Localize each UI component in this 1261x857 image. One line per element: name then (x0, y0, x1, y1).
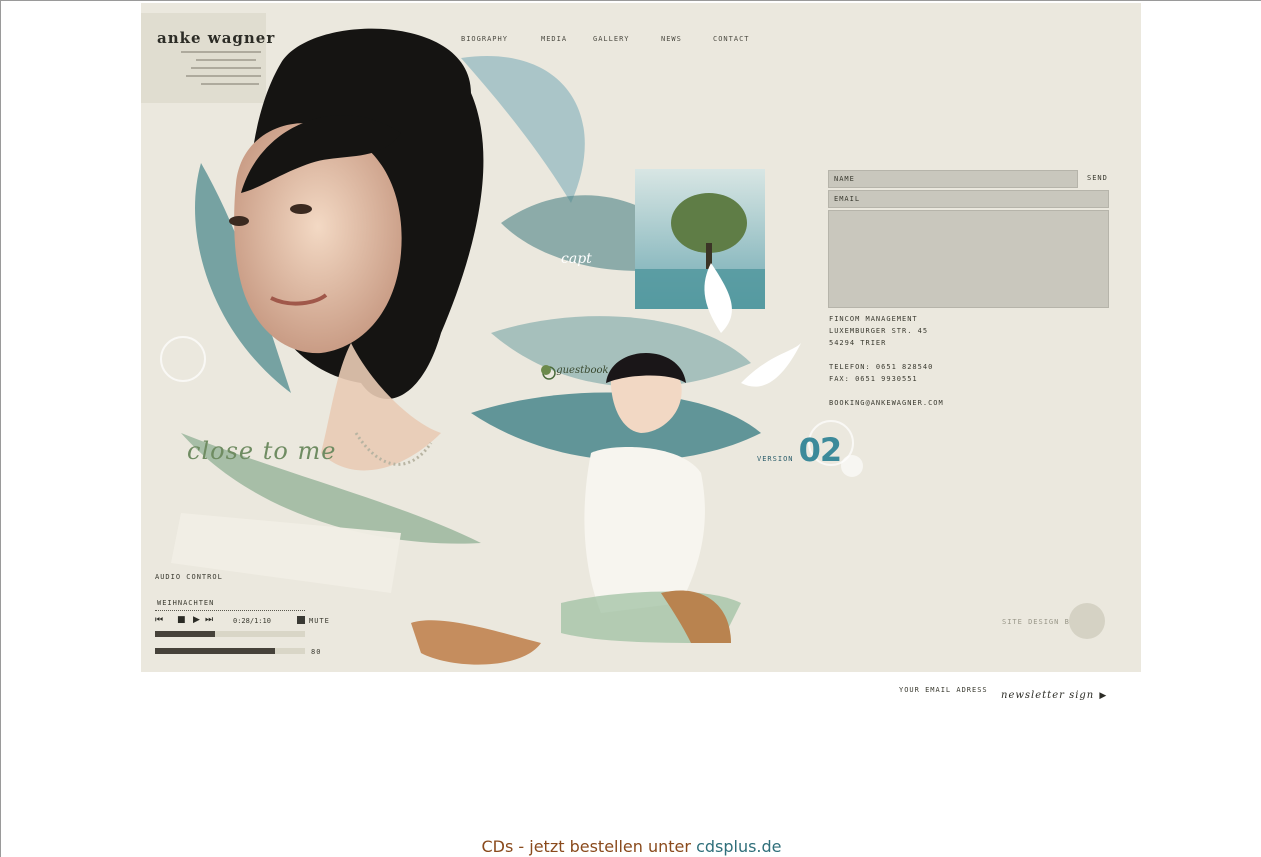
guestbook-link[interactable]: guestbook (541, 365, 609, 376)
nav-media[interactable]: MEDIA (541, 35, 567, 43)
send-button[interactable]: SEND (1087, 174, 1108, 182)
site-design-credit: SITE DESIGN BY (1002, 618, 1076, 626)
stop-icon[interactable]: ■ (177, 615, 186, 625)
version-number: 02 (798, 431, 843, 469)
address-fax: FAX: 0651 9930551 (829, 375, 918, 383)
audio-control-label: AUDIO CONTROL (155, 573, 223, 581)
mute-icon[interactable] (297, 616, 305, 624)
nav-contact[interactable]: CONTACT (713, 35, 750, 43)
track-time: 0:28/1:10 (233, 617, 271, 625)
prev-track-icon[interactable]: ⏮ (155, 615, 163, 625)
nav-gallery[interactable]: GALLERY (593, 35, 630, 43)
mute-button[interactable]: MUTE (309, 617, 330, 625)
version-label: VERSION (757, 455, 794, 463)
footer-text: CDs - jetzt bestellen unter (481, 837, 697, 856)
footer-promo: CDs - jetzt bestellen unter cdsplus.de (1, 837, 1261, 856)
booking-email-link[interactable]: BOOKING@ANKEWAGNER.COM (829, 397, 944, 409)
nav-news[interactable]: NEWS (661, 35, 682, 43)
footer-link[interactable]: cdsplus.de (696, 837, 781, 856)
designer-logo-icon[interactable] (1069, 603, 1105, 639)
title-script: close to me (187, 437, 337, 465)
site-logo[interactable]: anke wagner (157, 29, 275, 47)
main-stage: anke wagner BIOGRAPHY MEDIA GALLERY NEWS… (141, 3, 1141, 672)
contact-address: FINCOM MANAGEMENT LUXEMBURGER STR. 45 54… (829, 313, 944, 409)
track-divider (155, 610, 305, 611)
nav-biography[interactable]: BIOGRAPHY (461, 35, 508, 43)
capt-text: capt (561, 251, 592, 267)
address-line3: 54294 TRIER (829, 339, 887, 347)
newsletter-label: newsletter sign (1001, 690, 1095, 701)
arrow-right-icon: ▶ (1099, 691, 1107, 701)
volume-fill (155, 648, 275, 654)
next-track-icon[interactable]: ⏭ (205, 615, 213, 625)
name-placeholder: NAME (834, 175, 855, 183)
guestbook-label: guestbook (556, 365, 609, 376)
address-line1: FINCOM MANAGEMENT (829, 315, 918, 323)
newsletter-email-input[interactable]: YOUR EMAIL ADRESS (899, 686, 988, 694)
guestbook-icon (541, 365, 551, 375)
volume-track[interactable] (155, 648, 305, 654)
email-placeholder: EMAIL (834, 195, 861, 203)
name-field[interactable]: NAME (828, 170, 1078, 188)
address-phone: TELEFON: 0651 828540 (829, 363, 934, 371)
play-icon[interactable]: ▶ (193, 615, 200, 625)
message-textarea[interactable] (828, 210, 1109, 308)
volume-value: 80 (311, 648, 322, 656)
version-badge: VERSION 02 (757, 431, 843, 469)
email-field[interactable]: EMAIL (828, 190, 1109, 208)
newsletter-signup-button[interactable]: newsletter sign ▶ (1001, 683, 1106, 702)
track-name: WEIHNACHTEN (157, 599, 215, 607)
progress-track[interactable] (155, 631, 305, 637)
progress-fill (155, 631, 215, 637)
address-line2: LUXEMBURGER STR. 45 (829, 327, 929, 335)
hero-artwork (141, 13, 863, 665)
